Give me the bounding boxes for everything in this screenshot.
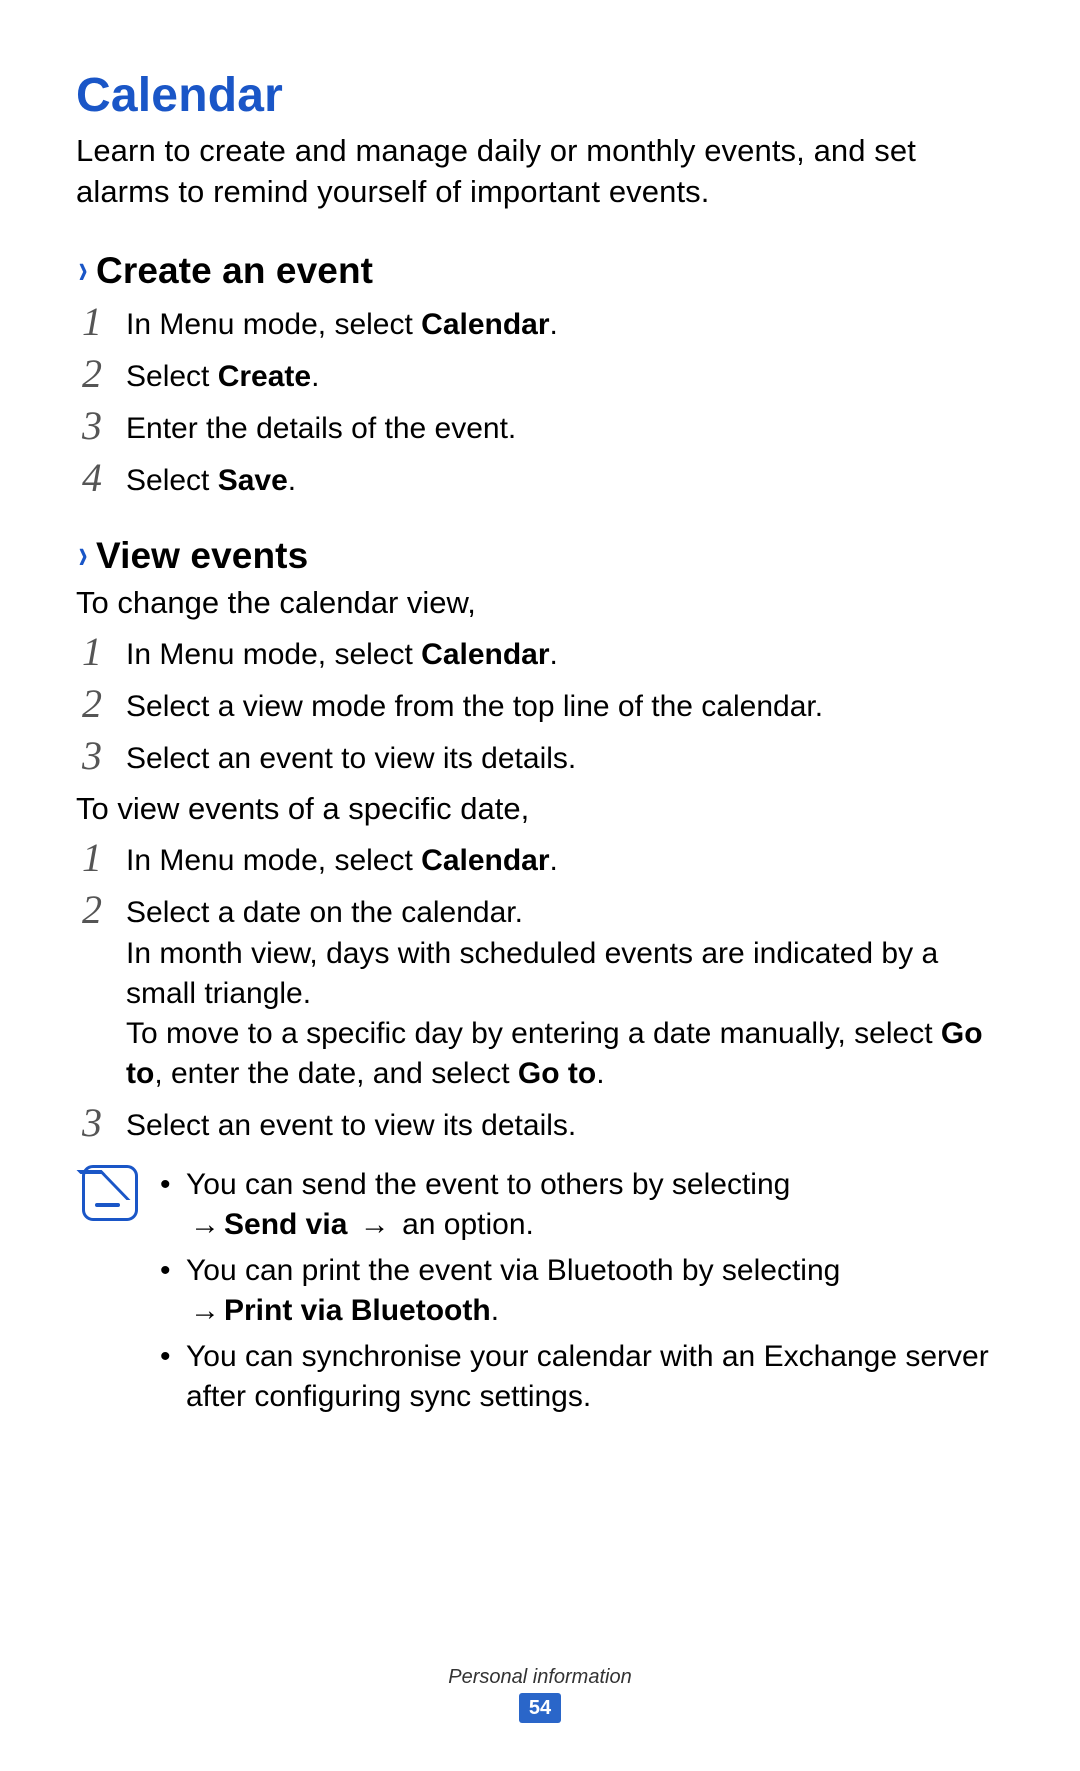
- note-text: You can synchronise your calendar with a…: [186, 1337, 1010, 1417]
- step-item: 3 Select an event to view its details.: [82, 1102, 1010, 1146]
- arrow-icon: →: [356, 1205, 394, 1245]
- text: Select: [126, 360, 218, 393]
- bullet-icon: •: [160, 1251, 186, 1331]
- step-text: Select Save.: [126, 457, 1010, 501]
- text: In Menu mode, select: [126, 844, 421, 877]
- note-item: • You can print the event via Bluetooth …: [160, 1251, 1010, 1331]
- text: .: [596, 1057, 604, 1090]
- bold-text: Calendar: [421, 844, 549, 877]
- step-item: 1 In Menu mode, select Calendar.: [82, 301, 1010, 345]
- step-number: 2: [82, 683, 126, 725]
- note-item: • You can send the event to others by se…: [160, 1165, 1010, 1245]
- section-title: View events: [96, 535, 308, 577]
- note-text: You can print the event via Bluetooth by…: [186, 1251, 1010, 1331]
- text: .: [550, 844, 558, 877]
- text: .: [550, 308, 558, 341]
- section-intro: To view events of a specific date,: [76, 788, 1010, 830]
- bold-text: Print via Bluetooth: [224, 1294, 491, 1327]
- text: , enter the date, and select: [154, 1057, 518, 1090]
- note-block: • You can send the event to others by se…: [82, 1165, 1010, 1424]
- section-intro: To change the calendar view,: [76, 582, 1010, 624]
- step-item: 1 In Menu mode, select Calendar.: [82, 631, 1010, 675]
- step-item: 2 Select a view mode from the top line o…: [82, 683, 1010, 727]
- bold-text: Go to: [518, 1057, 596, 1090]
- bold-text: Calendar: [421, 638, 549, 671]
- step-text: In Menu mode, select Calendar.: [126, 301, 1010, 345]
- note-text: You can send the event to others by sele…: [186, 1165, 1010, 1245]
- note-list: • You can send the event to others by se…: [160, 1165, 1010, 1424]
- step-number: 2: [82, 889, 126, 931]
- text: .: [288, 464, 296, 497]
- text: You can print the event via Bluetooth by…: [186, 1254, 840, 1287]
- document-page: Calendar Learn to create and manage dail…: [0, 0, 1080, 1771]
- step-text: Select an event to view its details.: [126, 1102, 1010, 1146]
- text: Select: [126, 464, 218, 497]
- footer-section-label: Personal information: [0, 1666, 1080, 1689]
- text: .: [311, 360, 319, 393]
- bold-text: Save: [218, 464, 288, 497]
- bullet-icon: •: [160, 1337, 186, 1417]
- step-text: In Menu mode, select Calendar.: [126, 631, 1010, 675]
- note-icon: [82, 1165, 138, 1221]
- step-item: 2 Select a date on the calendar. In mont…: [82, 889, 1010, 1094]
- step-item: 1 In Menu mode, select Calendar.: [82, 837, 1010, 881]
- step-number: 1: [82, 837, 126, 879]
- page-title: Calendar: [76, 68, 1010, 123]
- step-number: 3: [82, 405, 126, 447]
- step-text: Select a date on the calendar. In month …: [126, 889, 1010, 1094]
- text: Select a date on the calendar.: [126, 896, 523, 929]
- text: In Menu mode, select: [126, 308, 421, 341]
- text: .: [491, 1294, 499, 1327]
- step-text: Select Create.: [126, 353, 1010, 397]
- step-text: Select a view mode from the top line of …: [126, 683, 1010, 727]
- text: To move to a specific day by entering a …: [126, 1017, 941, 1050]
- text: In month view, days with scheduled event…: [126, 937, 938, 1010]
- step-number: 4: [82, 457, 126, 499]
- step-item: 3 Select an event to view its details.: [82, 735, 1010, 779]
- text: an option.: [394, 1208, 534, 1241]
- intro-paragraph: Learn to create and manage daily or mont…: [76, 131, 1010, 213]
- step-text: Enter the details of the event.: [126, 405, 1010, 449]
- bullet-icon: •: [160, 1165, 186, 1245]
- arrow-icon: →: [186, 1205, 224, 1245]
- note-item: • You can synchronise your calendar with…: [160, 1337, 1010, 1417]
- step-number: 2: [82, 353, 126, 395]
- step-item: 3 Enter the details of the event.: [82, 405, 1010, 449]
- chevron-icon: ›: [78, 245, 87, 293]
- step-number: 1: [82, 631, 126, 673]
- step-item: 4 Select Save.: [82, 457, 1010, 501]
- text: In Menu mode, select: [126, 638, 421, 671]
- bold-text: Create: [218, 360, 311, 393]
- step-item: 2 Select Create.: [82, 353, 1010, 397]
- section-title: Create an event: [96, 250, 373, 292]
- step-number: 3: [82, 1102, 126, 1144]
- step-number: 1: [82, 301, 126, 343]
- page-number-badge: 54: [519, 1693, 561, 1723]
- section-heading-view: › View events: [76, 530, 1010, 578]
- text: .: [550, 638, 558, 671]
- bold-text: Send via: [224, 1208, 347, 1241]
- arrow-icon: →: [186, 1291, 224, 1331]
- step-number: 3: [82, 735, 126, 777]
- section-heading-create: › Create an event: [76, 245, 1010, 293]
- step-text: Select an event to view its details.: [126, 735, 1010, 779]
- chevron-icon: ›: [78, 530, 87, 578]
- step-text: In Menu mode, select Calendar.: [126, 837, 1010, 881]
- bold-text: Calendar: [421, 308, 549, 341]
- text: You can send the event to others by sele…: [186, 1168, 790, 1201]
- page-footer: Personal information 54: [0, 1666, 1080, 1723]
